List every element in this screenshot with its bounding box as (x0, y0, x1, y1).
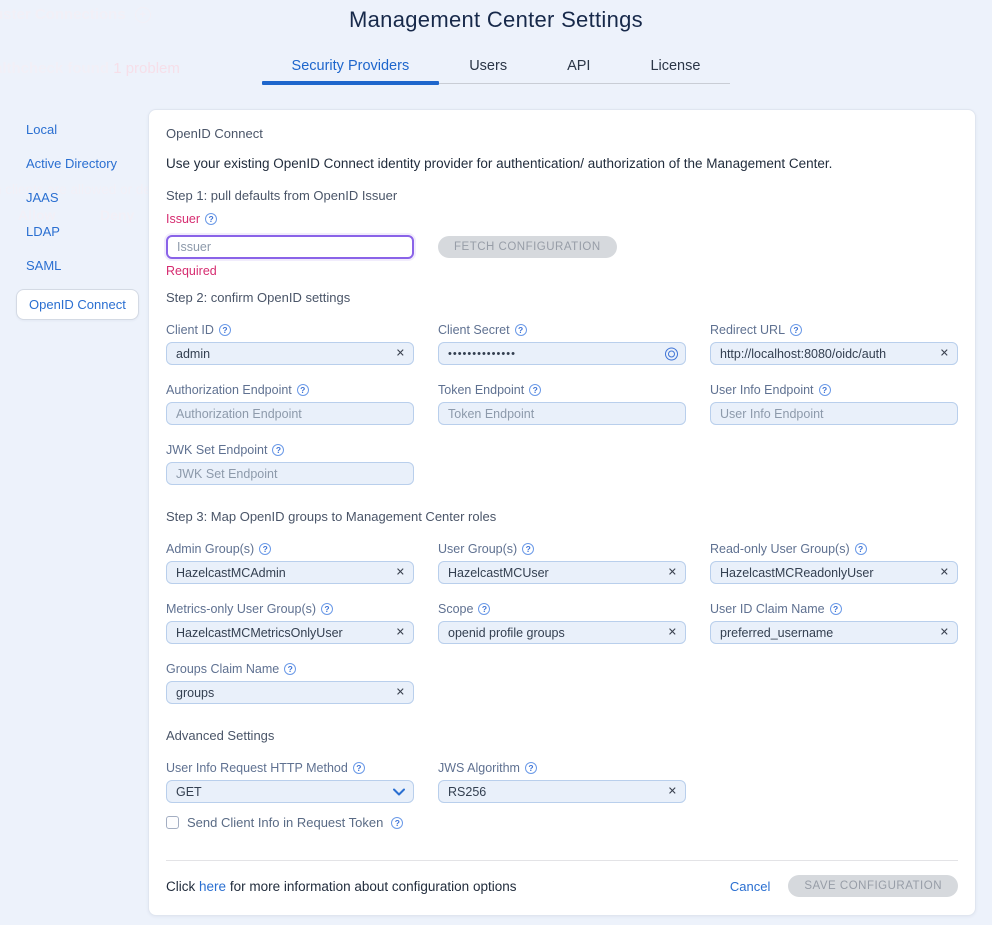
field-token-endpoint: Token Endpoint ? (438, 382, 686, 425)
tab-security-providers[interactable]: Security Providers (262, 58, 440, 83)
footer-info-text: Click here for more information about co… (166, 879, 516, 894)
help-icon[interactable]: ? (272, 444, 284, 456)
step1-text: Step 1: pull defaults from OpenID Issuer (166, 188, 958, 203)
scope-input[interactable] (438, 621, 686, 644)
clear-icon[interactable]: ✕ (396, 687, 405, 698)
cancel-button[interactable]: Cancel (730, 879, 770, 894)
groups-claim-input[interactable] (166, 681, 414, 704)
field-user-id-claim: User ID Claim Name ? ✕ (710, 601, 958, 644)
help-icon[interactable]: ? (259, 543, 271, 555)
clear-icon[interactable]: ✕ (668, 567, 677, 578)
clear-icon[interactable]: ✕ (396, 567, 405, 578)
user-groups-input[interactable] (438, 561, 686, 584)
help-icon[interactable]: ? (522, 543, 534, 555)
http-method-select[interactable]: GET (166, 780, 414, 803)
panel-description: Use your existing OpenID Connect identit… (166, 156, 958, 171)
help-icon[interactable]: ? (529, 384, 541, 396)
readonly-groups-input[interactable] (710, 561, 958, 584)
help-icon[interactable]: ? (205, 213, 217, 225)
field-groups-claim: Groups Claim Name ? ✕ (166, 661, 414, 704)
redirect-url-input[interactable] (710, 342, 958, 365)
token-endpoint-input[interactable] (438, 402, 686, 425)
field-metrics-groups: Metrics-only User Group(s) ? ✕ (166, 601, 414, 644)
jwk-set-endpoint-input[interactable] (166, 462, 414, 485)
sidebar-item-saml[interactable]: SAML (0, 255, 148, 276)
clear-icon[interactable]: ✕ (396, 348, 405, 359)
clear-icon[interactable]: ✕ (940, 627, 949, 638)
help-icon[interactable]: ? (219, 324, 231, 336)
clear-icon[interactable]: ✕ (668, 627, 677, 638)
help-icon[interactable]: ? (855, 543, 867, 555)
field-scope: Scope ? ✕ (438, 601, 686, 644)
field-jwk-set-endpoint: JWK Set Endpoint ? (166, 442, 414, 485)
field-jws-algorithm: JWS Algorithm ? ✕ (438, 760, 686, 803)
help-icon[interactable]: ? (790, 324, 802, 336)
security-providers-sidebar: Local Active Directory JAAS LDAP SAML Op… (0, 109, 148, 320)
field-client-id: Client ID ? ✕ (166, 322, 414, 365)
field-admin-groups: Admin Group(s) ? ✕ (166, 541, 414, 584)
chevron-down-icon[interactable] (393, 788, 405, 796)
field-user-groups: User Group(s) ? ✕ (438, 541, 686, 584)
sidebar-item-jaas[interactable]: JAAS (0, 187, 148, 208)
authorization-endpoint-input[interactable] (166, 402, 414, 425)
openid-connect-panel: OpenID Connect Use your existing OpenID … (148, 109, 976, 916)
field-user-info-endpoint: User Info Endpoint ? (710, 382, 958, 425)
advanced-settings-heading: Advanced Settings (166, 728, 958, 743)
clear-icon[interactable]: ✕ (940, 348, 949, 359)
user-id-claim-input[interactable] (710, 621, 958, 644)
issuer-required-message: Required (166, 264, 958, 278)
send-client-info-label: Send Client Info in Request Token (187, 815, 383, 830)
tab-license[interactable]: License (620, 58, 730, 83)
user-info-endpoint-input[interactable] (710, 402, 958, 425)
issuer-input[interactable] (166, 235, 414, 259)
step2-text: Step 2: confirm OpenID settings (166, 290, 958, 305)
clear-icon[interactable]: ✕ (668, 786, 677, 797)
client-secret-input[interactable] (438, 342, 686, 365)
step3-text: Step 3: Map OpenID groups to Management … (166, 509, 958, 524)
help-icon[interactable]: ? (353, 762, 365, 774)
admin-groups-input[interactable] (166, 561, 414, 584)
clear-icon[interactable]: ✕ (396, 627, 405, 638)
sidebar-item-ldap[interactable]: LDAP (0, 221, 148, 242)
jws-algorithm-input[interactable] (438, 780, 686, 803)
panel-heading: OpenID Connect (166, 126, 958, 141)
eye-icon[interactable] (665, 347, 678, 360)
help-icon[interactable]: ? (515, 324, 527, 336)
help-icon[interactable]: ? (819, 384, 831, 396)
field-client-secret: Client Secret ? (438, 322, 686, 365)
help-icon[interactable]: ? (391, 817, 403, 829)
send-client-info-checkbox[interactable] (166, 816, 179, 829)
save-configuration-button[interactable]: SAVE CONFIGURATION (788, 875, 958, 897)
settings-tabs: Security Providers Users API License (262, 58, 731, 84)
field-redirect-url: Redirect URL ? ✕ (710, 322, 958, 365)
page-title: Management Center Settings (0, 0, 992, 33)
clear-icon[interactable]: ✕ (940, 567, 949, 578)
metrics-groups-input[interactable] (166, 621, 414, 644)
help-icon[interactable]: ? (478, 603, 490, 615)
help-icon[interactable]: ? (830, 603, 842, 615)
issuer-label: Issuer ? (166, 211, 958, 227)
tab-users[interactable]: Users (439, 58, 537, 83)
send-client-info-row: Send Client Info in Request Token ? (166, 815, 958, 830)
fetch-configuration-button[interactable]: FETCH CONFIGURATION (438, 236, 617, 258)
client-id-input[interactable] (166, 342, 414, 365)
field-readonly-groups: Read-only User Group(s) ? ✕ (710, 541, 958, 584)
field-http-method: User Info Request HTTP Method ? GET (166, 760, 414, 803)
sidebar-item-openid-connect[interactable]: OpenID Connect (0, 289, 148, 320)
sidebar-item-active-directory[interactable]: Active Directory (0, 153, 148, 174)
field-authorization-endpoint: Authorization Endpoint ? (166, 382, 414, 425)
help-icon[interactable]: ? (284, 663, 296, 675)
help-icon[interactable]: ? (321, 603, 333, 615)
help-icon[interactable]: ? (297, 384, 309, 396)
more-info-link[interactable]: here (199, 879, 226, 894)
help-icon[interactable]: ? (525, 762, 537, 774)
sidebar-item-local[interactable]: Local (0, 119, 148, 140)
tab-api[interactable]: API (537, 58, 620, 83)
